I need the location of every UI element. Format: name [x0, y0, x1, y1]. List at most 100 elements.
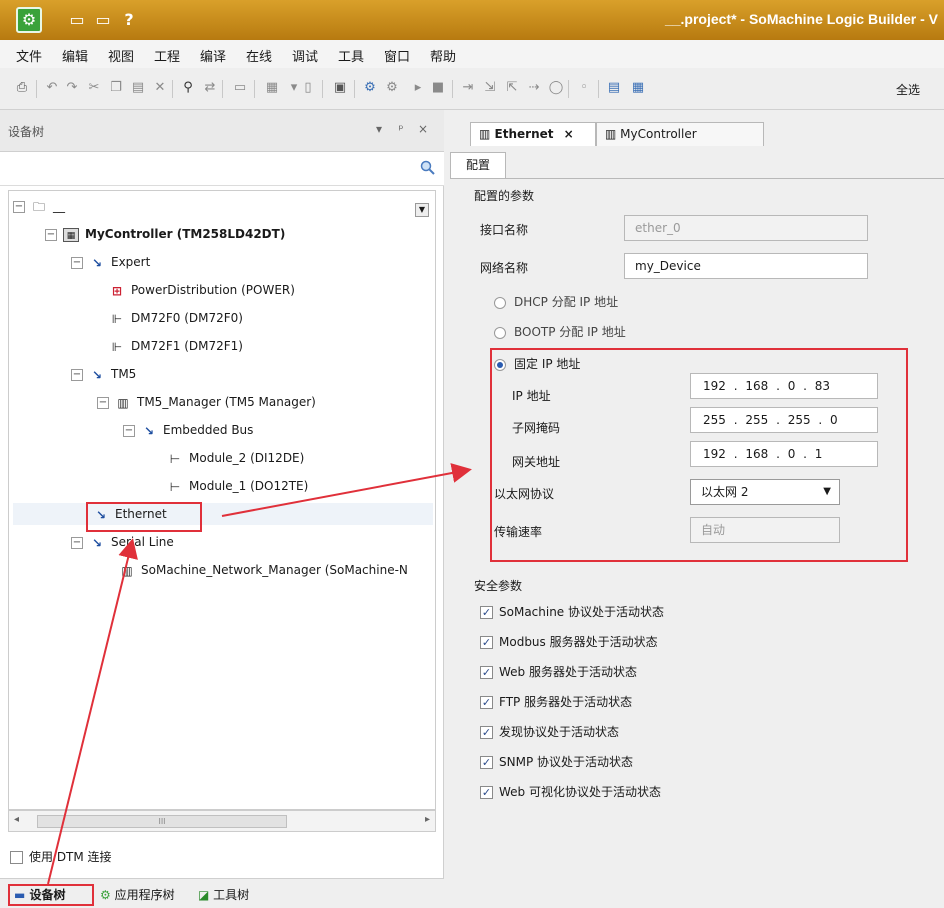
cursor-icon[interactable]: ⇢ — [526, 80, 542, 96]
redo-icon[interactable]: ↷ — [64, 80, 80, 96]
chevron-down-icon[interactable]: ▼ — [415, 203, 429, 217]
add-object-icon[interactable]: ▦ — [264, 80, 280, 96]
close-icon[interactable]: × — [416, 122, 430, 136]
menu-window[interactable]: 窗口 — [384, 46, 410, 65]
menu-file[interactable]: 文件 — [16, 46, 42, 65]
toolbar-separator — [598, 80, 599, 98]
menu-view[interactable]: 视图 — [108, 46, 134, 65]
menu-debug[interactable]: 调试 — [292, 46, 318, 65]
step-over-icon[interactable]: ⇥ — [460, 80, 476, 96]
window-icon[interactable]: ▭ — [232, 80, 248, 96]
check-icon[interactable]: ✓ — [480, 606, 493, 619]
select-all-button[interactable]: 全选 — [896, 81, 920, 98]
check-icon[interactable]: ✓ — [480, 756, 493, 769]
tree-item-powerdistribution[interactable]: ⊞ PowerDistribution (POWER) — [109, 279, 295, 301]
tree-item-network-manager[interactable]: ▥ SoMachine_Network_Manager (SoMachine-N — [119, 559, 408, 581]
print-icon[interactable]: ⎙ — [14, 80, 30, 96]
breakpoint-icon[interactable]: ◯ — [548, 80, 564, 96]
tree-item-expert[interactable]: − ↘ Expert — [71, 251, 150, 273]
tab-tool-tree[interactable]: ◪ 工具树 — [198, 886, 249, 903]
replace-icon[interactable]: ⇄ — [202, 80, 218, 96]
tab-application-tree[interactable]: ⚙ 应用程序树 — [100, 886, 175, 903]
run-icon[interactable]: ▸ — [410, 80, 426, 96]
check-icon[interactable]: ✓ — [480, 666, 493, 679]
collapse-icon[interactable]: − — [123, 424, 135, 437]
power-module-icon: ⊞ — [111, 283, 123, 298]
tree-item-embedded-bus[interactable]: − ↘ Embedded Bus — [123, 419, 253, 441]
copy-icon[interactable]: ❐ — [108, 80, 124, 96]
login-icon[interactable]: ⚙ — [362, 80, 378, 96]
step-out-icon[interactable]: ⇱ — [504, 80, 520, 96]
menu-build[interactable]: 编译 — [200, 46, 226, 65]
menu-edit[interactable]: 编辑 — [62, 46, 88, 65]
tree-item-project[interactable]: − 🗀 __ — [13, 195, 65, 217]
collapse-icon[interactable]: − — [71, 256, 83, 269]
security-option-discovery[interactable]: ✓ 发现协议处于活动状态 — [480, 723, 619, 740]
tree-item-mycontroller[interactable]: − ▦ MyController (TM258LD42DT) — [45, 223, 285, 245]
tree-item-module-2[interactable]: ⊢ Module_2 (DI12DE) — [167, 447, 305, 469]
new-page-icon[interactable]: ▯ — [300, 80, 316, 96]
dhcp-radio[interactable] — [494, 296, 506, 309]
pin-icon[interactable]: ᵖ — [394, 122, 408, 136]
step-into-icon[interactable]: ⇲ — [482, 80, 498, 96]
delete-icon[interactable]: ✕ — [152, 80, 168, 96]
build-icon[interactable]: ▣ — [332, 80, 348, 96]
bootp-radio[interactable] — [494, 326, 506, 339]
help-button[interactable]: ? — [118, 10, 140, 30]
stop-icon[interactable]: ■ — [430, 80, 446, 96]
security-option-web[interactable]: ✓ Web 服务器处于活动状态 — [480, 663, 637, 680]
online-config-icon[interactable]: ▤ — [606, 80, 622, 96]
tree-item-module-1[interactable]: ⊢ Module_1 (DO12TE) — [167, 475, 309, 497]
tree-item-dm72f0[interactable]: ⊩ DM72F0 (DM72F0) — [109, 307, 243, 329]
collapse-icon[interactable]: − — [71, 368, 83, 381]
check-icon[interactable]: ✓ — [480, 726, 493, 739]
menu-online[interactable]: 在线 — [246, 46, 272, 65]
bootp-option[interactable]: BOOTP 分配 IP 地址 — [494, 323, 626, 340]
scroll-right-icon[interactable]: ▸ — [425, 814, 430, 825]
dhcp-option[interactable]: DHCP 分配 IP 地址 — [494, 293, 618, 310]
collapse-icon[interactable]: − — [71, 536, 83, 549]
panel-menu-button[interactable]: ▾ — [372, 122, 386, 136]
dtm-connection-option[interactable]: 使用 DTM 连接 — [10, 848, 112, 865]
menu-help[interactable]: 帮助 — [430, 46, 456, 65]
tree-item-serial-line[interactable]: − ↘ Serial Line — [71, 531, 174, 553]
tree-item-ethernet[interactable]: ↘ Ethernet — [13, 503, 433, 525]
dtm-checkbox[interactable] — [10, 851, 23, 864]
cut-icon[interactable]: ✂ — [86, 80, 102, 96]
security-option-ftp[interactable]: ✓ FTP 服务器处于活动状态 — [480, 693, 632, 710]
security-option-webvisu[interactable]: ✓ Web 可视化协议处于活动状态 — [480, 783, 661, 800]
tab-configuration[interactable]: 配置 — [450, 152, 506, 178]
gear-icon[interactable]: ⚙ — [16, 7, 42, 33]
menu-tools[interactable]: 工具 — [338, 46, 364, 65]
close-icon[interactable]: × — [564, 127, 574, 141]
search-icon[interactable] — [420, 160, 436, 176]
horizontal-scrollbar[interactable]: ◂ III ▸ — [8, 810, 436, 832]
logout-icon[interactable]: ⚙ — [384, 80, 400, 96]
save-all-icon[interactable]: ▭ — [92, 10, 114, 30]
tree-item-dm72f1[interactable]: ⊩ DM72F1 (DM72F1) — [109, 335, 243, 357]
collapse-icon[interactable]: − — [45, 228, 57, 241]
network-name-field[interactable]: my_Device — [624, 253, 868, 279]
security-option-snmp[interactable]: ✓ SNMP 协议处于活动状态 — [480, 753, 633, 770]
undo-icon[interactable]: ↶ — [44, 80, 60, 96]
security-option-modbus[interactable]: ✓ Modbus 服务器处于活动状态 — [480, 633, 658, 650]
collapse-icon[interactable]: − — [13, 200, 25, 213]
menu-project[interactable]: 工程 — [154, 46, 180, 65]
tab-ethernet[interactable]: ▥ Ethernet × — [470, 122, 596, 146]
watch-icon[interactable]: ◦ — [576, 80, 592, 96]
tree-search-bar[interactable] — [0, 152, 444, 186]
scroll-left-icon[interactable]: ◂ — [14, 814, 19, 825]
collapse-icon[interactable]: − — [97, 396, 109, 409]
check-icon[interactable]: ✓ — [480, 786, 493, 799]
check-icon[interactable]: ✓ — [480, 636, 493, 649]
paste-icon[interactable]: ▤ — [130, 80, 146, 96]
tree-item-tm5-manager[interactable]: − ▥ TM5_Manager (TM5 Manager) — [97, 391, 316, 413]
check-icon[interactable]: ✓ — [480, 696, 493, 709]
reset-icon[interactable]: ▦ — [630, 80, 646, 96]
security-option-somachine[interactable]: ✓ SoMachine 协议处于活动状态 — [480, 603, 664, 620]
find-icon[interactable]: ⚲ — [180, 80, 196, 96]
tree-item-tm5[interactable]: − ↘ TM5 — [71, 363, 136, 385]
save-icon[interactable]: ▭ — [66, 10, 88, 30]
tab-mycontroller[interactable]: ▥ MyController — [596, 122, 764, 146]
scrollbar-thumb[interactable]: III — [37, 815, 287, 828]
